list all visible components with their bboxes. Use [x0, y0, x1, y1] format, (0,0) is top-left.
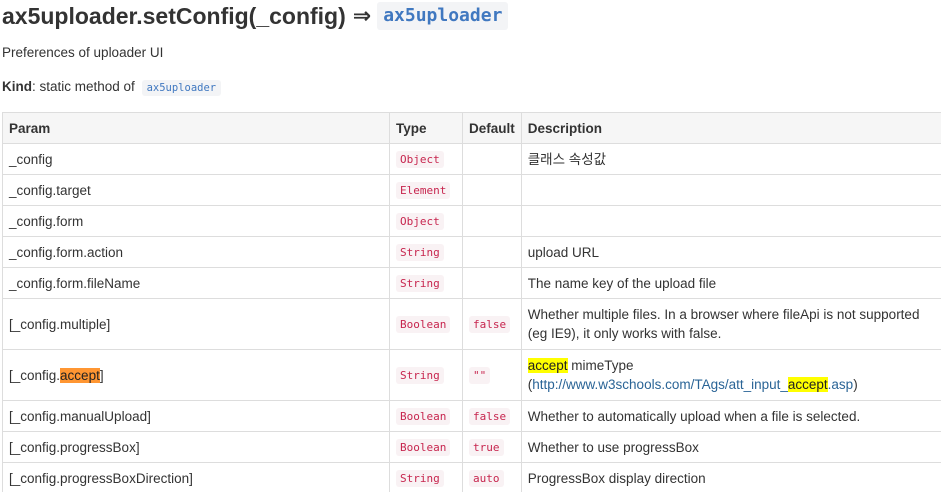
table-header-row: Param Type Default Description [2, 112, 941, 144]
default-cell [462, 174, 522, 206]
description-cell: ProgressBox display direction [520, 462, 941, 492]
type-cell: Boolean [389, 298, 463, 350]
type-code: Element [396, 182, 451, 199]
param-cell: _config [2, 143, 390, 175]
type-code: Boolean [396, 316, 451, 333]
search-highlight: accept [527, 358, 568, 373]
description-cell: 클래스 속성값 [520, 143, 941, 175]
description-cell: upload URL [520, 236, 941, 268]
table-row: _config.target Element [2, 174, 941, 206]
table-row: [_config.progressBoxDirection] String au… [2, 462, 941, 492]
type-code: String [396, 275, 444, 292]
param-cell: [_config.manualUpload] [2, 400, 390, 432]
param-cell: _config.form.fileName [2, 267, 390, 299]
table-row: _config Object 클래스 속성값 [2, 143, 941, 175]
description-cell: Whether to automatically upload when a f… [520, 400, 941, 432]
type-cell: Boolean [389, 400, 463, 432]
paren-close: ) [853, 377, 858, 392]
method-description: Preferences of uploader UI [2, 45, 164, 60]
link-suffix: .asp [827, 377, 854, 392]
default-code: false [469, 408, 511, 425]
default-cell [462, 236, 522, 268]
param-cell: [_config.accept] [2, 349, 390, 401]
description-cell: The name key of the upload file [520, 267, 941, 299]
params-table: Param Type Default Description _config O… [2, 112, 941, 492]
table-row: [_config.manualUpload] Boolean false Whe… [2, 400, 941, 432]
page-title: ax5uploader.setConfig(_config) ⇒ ax5uplo… [2, 2, 509, 30]
default-cell [462, 267, 522, 299]
table-row: _config.form.fileName String The name ke… [2, 267, 941, 299]
table-row: [_config.progressBox] Boolean true Wheth… [2, 431, 941, 463]
default-cell: false [462, 400, 522, 432]
param-prefix: [_config. [9, 367, 61, 383]
type-cell: String [389, 236, 463, 268]
param-cell: [_config.progressBox] [2, 431, 390, 463]
table-row: [_config.accept] String "" accept mimeTy… [2, 349, 941, 401]
table-row: _config.form.action String upload URL [2, 236, 941, 268]
w3schools-link[interactable]: http://www.w3schools.com/TAgs/att_input_… [532, 377, 853, 392]
default-code: false [469, 316, 511, 333]
description-cell: Whether multiple files. In a browser whe… [520, 298, 941, 350]
type-code: Object [396, 151, 444, 168]
param-suffix: ] [99, 367, 104, 383]
type-code: String [396, 470, 444, 487]
description-cell: Whether to use progressBox [520, 431, 941, 463]
default-cell: auto [462, 462, 522, 492]
kind-text: : static method of [32, 79, 135, 94]
default-code: "" [469, 367, 491, 384]
search-highlight: accept [787, 377, 828, 392]
link-prefix: http://www.w3schools.com/TAgs/att_input_ [532, 377, 788, 392]
description-cell [520, 205, 941, 237]
default-cell [462, 143, 522, 175]
type-code: Boolean [396, 408, 451, 425]
kind-code: ax5uploader [141, 80, 222, 96]
table-row: _config.form Object [2, 205, 941, 237]
type-cell: String [389, 462, 463, 492]
description-cell [520, 174, 941, 206]
type-code: Object [396, 213, 444, 230]
header-type: Type [389, 112, 463, 144]
kind-label: Kind [2, 79, 32, 94]
default-code: true [469, 439, 504, 456]
header-param: Param [2, 112, 390, 144]
default-cell [462, 205, 522, 237]
param-cell: _config.target [2, 174, 390, 206]
return-type: ax5uploader [377, 2, 509, 30]
type-cell: Object [389, 205, 463, 237]
param-cell: _config.form.action [2, 236, 390, 268]
type-code: String [396, 244, 444, 261]
param-cell: [_config.multiple] [2, 298, 390, 350]
kind-line: Kind: static method of ax5uploader [2, 79, 222, 96]
header-default: Default [462, 112, 522, 144]
header-description: Description [520, 112, 941, 144]
type-cell: Boolean [389, 431, 463, 463]
table-row: [_config.multiple] Boolean false Whether… [2, 298, 941, 350]
default-cell: false [462, 298, 522, 350]
method-signature: ax5uploader.setConfig(_config) [2, 3, 346, 29]
type-cell: String [389, 267, 463, 299]
type-cell: String [389, 349, 463, 401]
type-cell: Element [389, 174, 463, 206]
returns-arrow-icon: ⇒ [352, 3, 372, 28]
type-code: Boolean [396, 439, 451, 456]
default-cell: true [462, 431, 522, 463]
search-highlight-current: accept [60, 367, 100, 383]
type-code: String [396, 367, 444, 384]
param-cell: _config.form [2, 205, 390, 237]
type-cell: Object [389, 143, 463, 175]
default-cell: "" [462, 349, 522, 401]
default-code: auto [469, 470, 504, 487]
description-text: mimeType [567, 358, 634, 373]
description-cell: accept mimeType (http://www.w3schools.com… [520, 349, 941, 401]
param-cell: [_config.progressBoxDirection] [2, 462, 390, 492]
doc-page: ax5uploader.setConfig(_config) ⇒ ax5uplo… [0, 0, 941, 492]
